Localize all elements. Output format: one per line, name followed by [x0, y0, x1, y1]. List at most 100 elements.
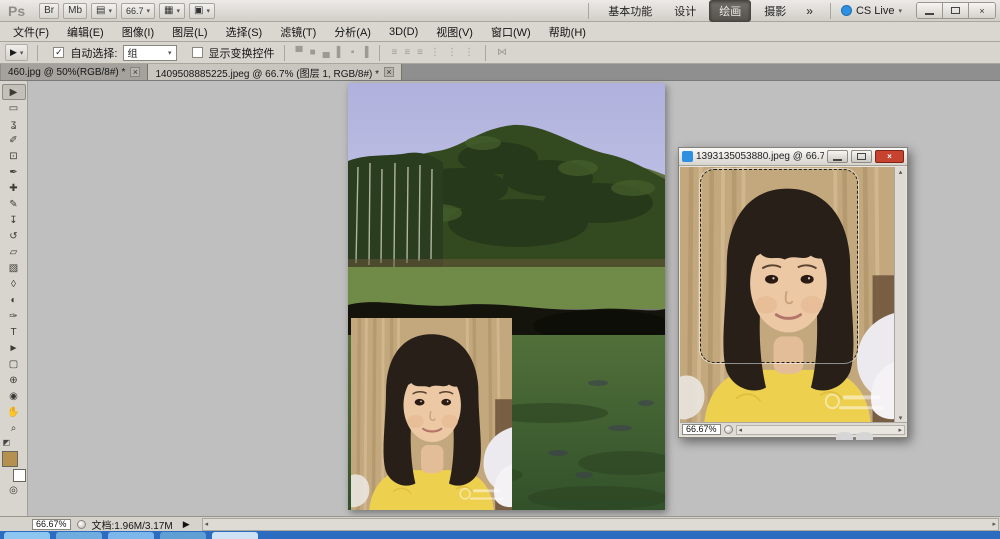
tab-1409508885225-jpeg[interactable]: 1409508885225.jpeg @ 66.7% (图层 1, RGB/8#…: [148, 64, 402, 80]
vertical-scrollbar[interactable]: ▴ ▾: [894, 167, 906, 423]
crop-tool[interactable]: ⊡: [2, 148, 26, 164]
scroll-left-icon[interactable]: ◂: [205, 520, 209, 528]
quick-selection-tool[interactable]: ✐: [2, 132, 26, 148]
zoom-tool[interactable]: ⌕: [2, 420, 26, 436]
distribute-left-edges-icon[interactable]: ⋮: [428, 47, 442, 58]
tool-preset-button[interactable]: ▶▾: [5, 44, 28, 61]
spot-healing-brush-tool[interactable]: ✚: [2, 180, 26, 196]
background-color-swatch[interactable]: [13, 469, 26, 482]
taskbar-button[interactable]: [160, 532, 206, 539]
menu-file[interactable]: 文件(F): [4, 21, 58, 43]
workspace-photography[interactable]: 摄影: [755, 1, 795, 21]
scroll-right-icon[interactable]: ▸: [992, 520, 996, 528]
eraser-tool[interactable]: ▱: [2, 244, 26, 260]
rectangular-marquee-tool[interactable]: ▭: [2, 100, 26, 116]
history-brush-tool[interactable]: ↺: [2, 228, 26, 244]
restore-button[interactable]: [943, 3, 969, 18]
floating-window-title-bar[interactable]: 1393135053880.jpeg @ 66.7%(... ×: [679, 148, 907, 166]
menu-analysis[interactable]: 分析(A): [325, 21, 380, 43]
arrange-documents-button[interactable]: ▦▾: [159, 3, 185, 19]
zoom-field[interactable]: 66.67%: [32, 519, 71, 530]
gradient-tool[interactable]: ▧: [2, 260, 26, 276]
taskbar-button[interactable]: [108, 532, 154, 539]
lasso-tool[interactable]: ʓ: [2, 116, 26, 132]
zoom-level-button[interactable]: 66.7▾: [121, 3, 155, 19]
distribute-vertical-centers-icon[interactable]: ≡: [402, 47, 412, 58]
align-left-edges-icon[interactable]: ▌: [335, 47, 346, 58]
workspace-overflow-button[interactable]: »: [806, 4, 813, 18]
menu-3d[interactable]: 3D(D): [380, 23, 427, 41]
status-bar: 66.67% 文档:1.96M/3.17M ▶ ◂ ▸: [0, 516, 1000, 531]
windows-taskbar[interactable]: [0, 531, 1000, 539]
path-selection-tool[interactable]: ►: [2, 340, 26, 356]
floating-document-window[interactable]: 1393135053880.jpeg @ 66.7%(... × ▴ ▾ 66.…: [678, 147, 908, 438]
menu-image[interactable]: 图像(I): [113, 21, 163, 43]
cs-live-button[interactable]: CS Live ▾: [841, 5, 902, 17]
taskbar-button[interactable]: [212, 532, 258, 539]
auto-select-checkbox[interactable]: ✓: [53, 47, 64, 58]
hand-tool[interactable]: ✋: [2, 404, 26, 420]
menu-select[interactable]: 选择(S): [217, 21, 272, 43]
minimize-button[interactable]: [827, 150, 848, 163]
quick-mask-button[interactable]: ◎: [2, 482, 26, 498]
maximize-button[interactable]: [851, 150, 872, 163]
align-bottom-edges-icon[interactable]: ▄: [321, 47, 332, 58]
close-button[interactable]: ×: [875, 150, 904, 163]
mini-bridge-button[interactable]: Mb: [63, 3, 87, 19]
workspace-essentials[interactable]: 基本功能: [599, 1, 661, 21]
foreground-color-swatch[interactable]: [2, 451, 18, 467]
taskbar-button[interactable]: [56, 532, 102, 539]
minimize-button[interactable]: [917, 3, 943, 18]
menu-help[interactable]: 帮助(H): [540, 21, 595, 43]
align-vertical-centers-icon[interactable]: ■: [308, 47, 318, 58]
3d-rotate-tool[interactable]: ⊕: [2, 372, 26, 388]
auto-select-dropdown[interactable]: 组▾: [123, 45, 177, 61]
tab-460-jpg[interactable]: 460.jpg @ 50%(RGB/8#) * ×: [1, 64, 148, 80]
align-right-edges-icon[interactable]: ▐: [359, 47, 370, 58]
distribute-top-edges-icon[interactable]: ≡: [389, 47, 399, 58]
status-menu-arrow-icon[interactable]: ▶: [183, 519, 190, 530]
girl-photo[interactable]: [680, 167, 895, 423]
horizontal-scrollbar[interactable]: ◂ ▸: [202, 518, 999, 531]
horizontal-scrollbar[interactable]: ◂ ▸: [736, 425, 905, 435]
rectangle-tool[interactable]: ▢: [2, 356, 26, 372]
menu-filter[interactable]: 滤镜(T): [271, 21, 325, 43]
workspace-design[interactable]: 设计: [665, 1, 705, 21]
pen-tool[interactable]: ✑: [2, 308, 26, 324]
tab-close-icon[interactable]: ×: [130, 67, 140, 77]
eyedropper-tool[interactable]: ✒: [2, 164, 26, 180]
dodge-tool[interactable]: ◐: [2, 292, 26, 308]
bridge-button[interactable]: Br: [39, 3, 59, 19]
align-top-edges-icon[interactable]: ▀: [294, 47, 305, 58]
distribute-right-edges-icon[interactable]: ⋮: [462, 47, 476, 58]
scroll-right-icon[interactable]: ▸: [898, 426, 902, 434]
menu-view[interactable]: 视图(V): [427, 21, 482, 43]
screen-mode-button[interactable]: ▣▾: [189, 3, 215, 19]
tab-close-icon[interactable]: ×: [384, 67, 394, 77]
blur-tool[interactable]: ◊: [2, 276, 26, 292]
clone-stamp-tool[interactable]: ↧: [2, 212, 26, 228]
menu-window[interactable]: 窗口(W): [482, 21, 540, 43]
scroll-left-icon[interactable]: ◂: [739, 426, 743, 434]
align-horizontal-centers-icon[interactable]: ▪: [349, 47, 357, 58]
menu-layer[interactable]: 图层(L): [163, 21, 216, 43]
pasted-girl-layer[interactable]: [351, 318, 512, 510]
view-extras-button[interactable]: ▤▾: [91, 3, 117, 19]
scroll-up-icon[interactable]: ▴: [899, 168, 903, 176]
distribute-horizontal-centers-icon[interactable]: ⋮: [445, 47, 459, 58]
default-colors-icon[interactable]: ◩: [3, 438, 11, 447]
move-tool[interactable]: ▶: [2, 84, 26, 100]
show-transform-checkbox[interactable]: [192, 47, 203, 58]
document-canvas[interactable]: [348, 83, 665, 510]
type-tool[interactable]: T: [2, 324, 26, 340]
3d-orbit-tool[interactable]: ◉: [2, 388, 26, 404]
scroll-down-icon[interactable]: ▾: [899, 414, 903, 422]
auto-align-layers-icon[interactable]: ⋈: [495, 47, 509, 58]
workspace-painting[interactable]: 绘画: [709, 0, 751, 22]
distribute-bottom-edges-icon[interactable]: ≡: [415, 47, 425, 58]
brush-tool[interactable]: ✎: [2, 196, 26, 212]
close-button[interactable]: ×: [969, 3, 995, 18]
zoom-field[interactable]: 66.67%: [682, 424, 721, 435]
menu-edit[interactable]: 编辑(E): [58, 21, 113, 43]
taskbar-button[interactable]: [4, 532, 50, 539]
